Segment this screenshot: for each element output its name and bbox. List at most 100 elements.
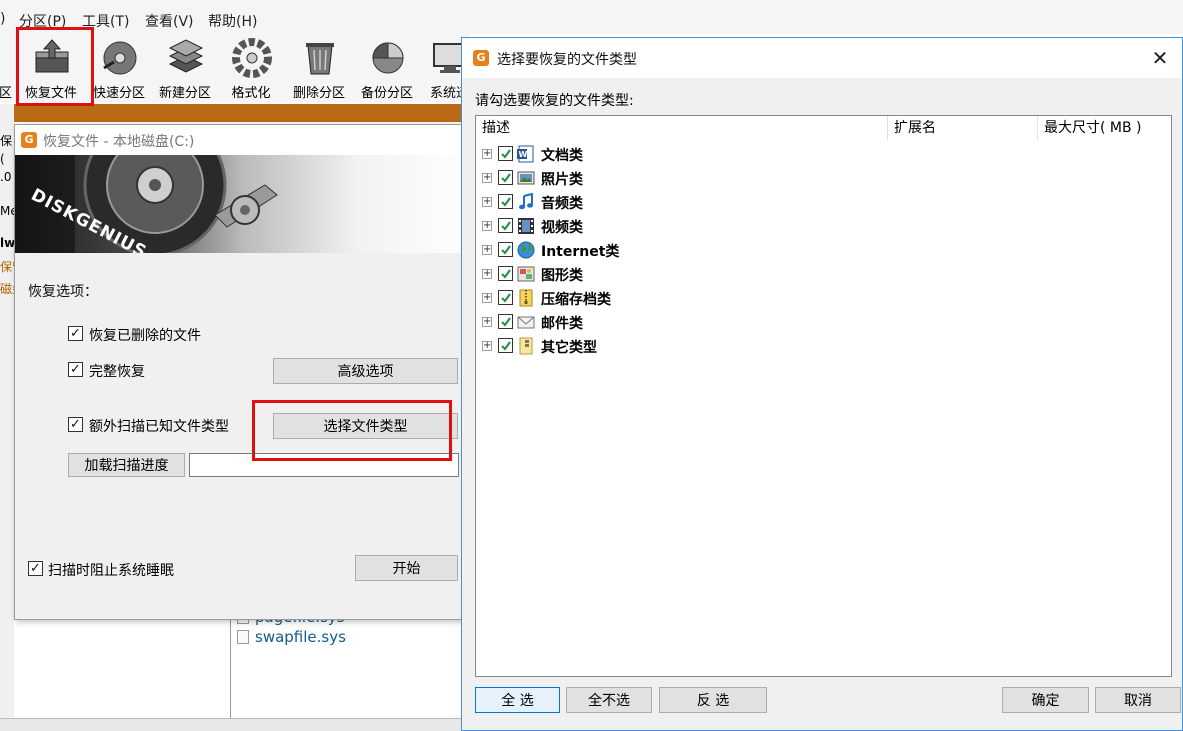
type-checkbox[interactable] (498, 170, 513, 185)
delete-partition-icon (306, 43, 334, 75)
hard-disk-illustration (15, 155, 278, 253)
highlight-select-file-types (252, 400, 452, 461)
advanced-options-button[interactable]: 高级选项 (273, 358, 458, 384)
file-name: swapfile.sys (255, 628, 346, 646)
expand-icon[interactable]: + (482, 149, 492, 159)
expand-icon[interactable]: + (482, 221, 492, 231)
status-bar (0, 718, 470, 731)
expand-icon[interactable]: + (482, 245, 492, 255)
type-checkbox[interactable] (498, 290, 513, 305)
load-scan-progress-button[interactable]: 加载扫描进度 (68, 453, 185, 477)
expand-icon[interactable]: + (482, 269, 492, 279)
left-edge-text: 保 (0, 134, 13, 148)
column-header-row: 描述 扩展名 最大尺寸( MB ) (476, 116, 1171, 140)
select-file-types-dialog: G 选择要恢复的文件类型 ✕ 请勾选要恢复的文件类型: 描述 扩展名 最大尺寸(… (461, 37, 1183, 731)
menu-help[interactable]: 帮助(H) (208, 11, 257, 31)
column-description[interactable]: 描述 (476, 116, 888, 140)
expand-icon[interactable]: + (482, 317, 492, 327)
envelope-icon (517, 316, 535, 329)
full-recovery-checkbox[interactable]: ✓ (68, 362, 83, 377)
type-checkbox[interactable] (498, 242, 513, 257)
type-label: 文档类 (541, 148, 583, 164)
new-partition-button[interactable]: 新建分区 (152, 36, 218, 101)
ok-button[interactable]: 确定 (1002, 687, 1089, 713)
tree-item-photos[interactable]: + 照片类 (476, 166, 1171, 190)
select-none-button[interactable]: 全不选 (566, 687, 652, 713)
type-label: 视频类 (541, 220, 583, 236)
type-checkbox[interactable] (498, 146, 513, 161)
full-recovery-label: 完整恢复 (89, 364, 145, 380)
word-document-icon: W (517, 145, 534, 163)
column-max-size[interactable]: 最大尺寸( MB ) (1038, 116, 1171, 140)
svg-text:W: W (519, 150, 528, 159)
extra-scan-label: 额外扫描已知文件类型 (89, 419, 229, 435)
type-checkbox[interactable] (498, 266, 513, 281)
expand-icon[interactable]: + (482, 173, 492, 183)
start-button[interactable]: 开始 (355, 555, 458, 581)
expand-icon[interactable]: + (482, 341, 492, 351)
invert-selection-button[interactable]: 反 选 (659, 687, 767, 713)
tree-item-mail[interactable]: + 邮件类 (476, 310, 1171, 334)
prevent-sleep-checkbox[interactable]: ✓ (28, 561, 43, 576)
column-extension[interactable]: 扩展名 (888, 116, 1038, 140)
close-icon[interactable]: ✕ (1146, 44, 1174, 72)
left-edge-text: 保留 (0, 260, 14, 274)
zip-archive-icon (519, 289, 533, 307)
toolbar-label: 删除分区 (292, 86, 345, 101)
graphics-icon (517, 266, 535, 282)
tree-item-documents[interactable]: + W 文档类 (476, 142, 1171, 166)
partition-bar (14, 104, 470, 122)
type-label: 压缩存档类 (541, 292, 611, 308)
generic-file-icon (519, 337, 533, 355)
tree-item-graphics[interactable]: + 图形类 (476, 262, 1171, 286)
type-checkbox[interactable] (498, 314, 513, 329)
tree-item-internet[interactable]: + Internet类 (476, 238, 1171, 262)
file-item[interactable]: swapfile.sys (237, 628, 346, 646)
format-button[interactable]: 格式化 (218, 36, 284, 101)
cancel-button[interactable]: 取消 (1095, 687, 1181, 713)
toolbar-partition-fragment[interactable]: 区 (0, 36, 14, 101)
quick-partition-icon (103, 41, 137, 75)
recovery-options-label: 恢复选项： (28, 284, 98, 300)
extra-scan-checkbox[interactable]: ✓ (68, 417, 83, 432)
expand-icon[interactable]: + (482, 197, 492, 207)
globe-icon (517, 241, 535, 259)
dialog-title: 恢复文件 - 本地磁盘(C:) (43, 134, 195, 150)
left-panel-edge: 保 ( .0 Me lw 保留 磁盘 (0, 104, 14, 724)
expand-icon[interactable]: + (482, 293, 492, 303)
toolbar-label: 备份分区 (360, 86, 413, 101)
delete-partition-button[interactable]: 删除分区 (286, 36, 352, 101)
type-checkbox[interactable] (498, 218, 513, 233)
left-edge-text: Me (0, 204, 14, 218)
type-label: 照片类 (541, 172, 583, 188)
tree-item-other[interactable]: + 其它类型 (476, 334, 1171, 358)
left-edge-text: lw (0, 236, 14, 250)
menu-item-fragment[interactable]: ) (0, 11, 5, 27)
app-logo-icon: G (473, 50, 489, 66)
left-edge-text: .0 (0, 170, 12, 184)
app-logo-icon: G (21, 132, 37, 148)
type-label: 邮件类 (541, 316, 583, 332)
dialog-titlebar: G 选择要恢复的文件类型 ✕ (462, 38, 1182, 78)
tree-item-archives[interactable]: + 压缩存档类 (476, 286, 1171, 310)
toolbar-label: 格式化 (231, 86, 271, 101)
backup-partition-icon (372, 42, 404, 74)
recover-deleted-checkbox[interactable]: ✓ (68, 326, 83, 341)
quick-partition-button[interactable]: 快速分区 (86, 36, 152, 101)
file-types-prompt: 请勾选要恢复的文件类型: (475, 93, 634, 109)
left-edge-text: ( (0, 152, 5, 166)
tree-item-audio[interactable]: + 音频类 (476, 190, 1171, 214)
type-checkbox[interactable] (498, 194, 513, 209)
backup-partition-button[interactable]: 备份分区 (354, 36, 420, 101)
film-icon (518, 218, 534, 234)
tree-item-video[interactable]: + 视频类 (476, 214, 1171, 238)
type-label: 其它类型 (541, 340, 597, 356)
type-checkbox[interactable] (498, 338, 513, 353)
recover-files-dialog: G 恢复文件 - 本地磁盘(C:) DISKGENIUS 恢复选项： ✓ 恢复已… (14, 124, 472, 620)
new-partition-icon (168, 39, 204, 73)
dialog-titlebar: G 恢复文件 - 本地磁盘(C:) (15, 125, 470, 155)
menu-view[interactable]: 查看(V) (145, 11, 194, 31)
type-label: 图形类 (541, 268, 583, 284)
select-all-button[interactable]: 全 选 (475, 687, 560, 713)
photo-icon (517, 171, 535, 185)
